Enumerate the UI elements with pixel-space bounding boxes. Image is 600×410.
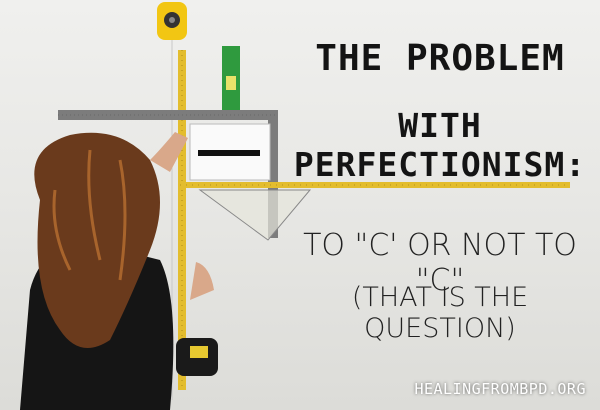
subheadline-line-2: (THAT IS THE QUESTION) xyxy=(351,282,529,344)
headline-line-2: WITH PERFECTIONISM: xyxy=(293,106,587,184)
spirit-level xyxy=(222,46,240,110)
headline-line-1: THE PROBLEM xyxy=(315,38,565,79)
tape-measure-case xyxy=(176,338,218,376)
website-credit: HEALINGFROMBPD.ORG xyxy=(414,380,586,398)
photo-scene: THE PROBLEM WITH PERFECTIONISM: TO "C' O… xyxy=(0,0,600,410)
picture-frame xyxy=(189,123,271,181)
